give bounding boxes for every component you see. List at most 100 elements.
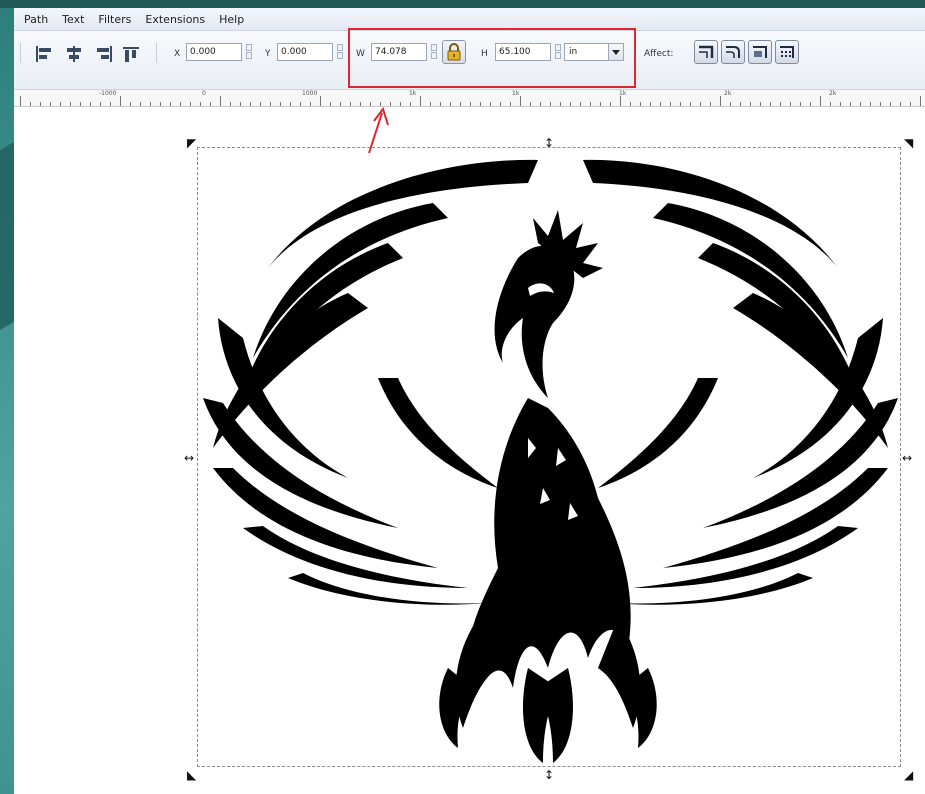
- ruler-tick: [600, 102, 601, 106]
- move-patterns-icon: [780, 46, 794, 58]
- selection-bounding-box: [197, 147, 901, 767]
- handle-top[interactable]: ↕: [544, 137, 554, 149]
- y-field[interactable]: 0.000: [277, 43, 333, 61]
- ruler-label: 1k: [512, 90, 520, 97]
- ruler-tick: [170, 102, 171, 106]
- height-spinner[interactable]: [554, 43, 562, 61]
- x-label: X: [174, 49, 181, 59]
- ruler-tick: [410, 102, 411, 106]
- handle-left[interactable]: ↔: [184, 452, 194, 464]
- handle-right[interactable]: ↔: [902, 452, 912, 464]
- ruler-label: 2k: [724, 90, 732, 97]
- tool-controls-bar: X 0.000 Y 0.000 W 74.078 H 65.100 in Aff…: [14, 31, 925, 90]
- unit-select[interactable]: in: [564, 43, 624, 61]
- ruler-tick: [520, 96, 521, 106]
- ruler-tick: [60, 102, 61, 106]
- ruler-tick: [640, 102, 641, 106]
- annotation-arrow: [368, 106, 389, 154]
- handle-bottom[interactable]: ↕: [544, 769, 554, 781]
- width-spinner[interactable]: [430, 43, 438, 61]
- width-label: W: [356, 49, 365, 59]
- handle-bottom-left[interactable]: ◣: [187, 769, 196, 781]
- ruler-tick: [550, 102, 551, 106]
- ruler-tick: [840, 102, 841, 106]
- ruler-tick: [430, 102, 431, 106]
- handle-top-right[interactable]: ◥: [904, 137, 913, 149]
- ruler-tick: [680, 102, 681, 106]
- ruler-tick: [730, 102, 731, 106]
- x-spinner[interactable]: [245, 43, 253, 61]
- handle-bottom-right[interactable]: ◢: [904, 769, 913, 781]
- menu-bar: Path Text Filters Extensions Help: [14, 8, 925, 31]
- move-gradients-button[interactable]: [748, 40, 772, 64]
- handle-top-left[interactable]: ◤: [187, 137, 196, 149]
- y-label: Y: [265, 49, 271, 59]
- ruler-tick: [560, 102, 561, 106]
- align-right-icon[interactable]: [94, 45, 114, 63]
- ruler-tick: [860, 102, 861, 106]
- ruler-tick: [310, 102, 311, 106]
- y-spinner[interactable]: [336, 43, 344, 61]
- ruler-tick: [160, 102, 161, 106]
- ruler-tick: [450, 102, 451, 106]
- unit-select-value: in: [569, 47, 578, 57]
- ruler-tick: [530, 102, 531, 106]
- ruler-tick: [190, 102, 191, 106]
- ruler-tick: [80, 102, 81, 106]
- ruler-tick: [70, 102, 71, 106]
- ruler-tick: [700, 102, 701, 106]
- scale-corners-button[interactable]: [721, 40, 745, 64]
- ruler-tick: [420, 96, 421, 106]
- ruler-tick: [810, 102, 811, 106]
- menu-extensions[interactable]: Extensions: [145, 13, 205, 26]
- ruler-tick: [650, 102, 651, 106]
- lock-ratio-button[interactable]: [442, 40, 466, 64]
- ruler-tick: [260, 102, 261, 106]
- height-field[interactable]: 65.100: [495, 43, 551, 61]
- ruler-tick: [870, 102, 871, 106]
- ruler-tick: [470, 102, 471, 106]
- ruler-tick: [120, 96, 121, 106]
- move-gradients-icon: [753, 46, 767, 58]
- ruler-tick: [240, 102, 241, 106]
- move-patterns-button[interactable]: [775, 40, 799, 64]
- ruler-tick: [540, 102, 541, 106]
- drawing-canvas[interactable]: ◤ ↕ ◥ ↔ ↔ ◣ ↕ ◢: [14, 107, 925, 794]
- ruler-tick: [40, 102, 41, 106]
- menu-text[interactable]: Text: [62, 13, 84, 26]
- align-center-icon[interactable]: [64, 45, 84, 63]
- phoenix-artwork[interactable]: [198, 148, 900, 766]
- ruler-tick: [660, 102, 661, 106]
- ruler-tick: [110, 102, 111, 106]
- ruler-tick: [350, 102, 351, 106]
- x-field[interactable]: 0.000: [186, 43, 242, 61]
- ruler-tick: [480, 102, 481, 106]
- ruler-tick: [510, 102, 511, 106]
- align-left-icon[interactable]: [34, 45, 54, 63]
- ruler-label: 0: [202, 90, 206, 97]
- menu-filters[interactable]: Filters: [98, 13, 131, 26]
- ruler-tick: [720, 96, 721, 106]
- menu-path[interactable]: Path: [24, 13, 48, 26]
- menu-help[interactable]: Help: [219, 13, 244, 26]
- affect-label: Affect:: [644, 49, 674, 59]
- ruler-tick: [360, 102, 361, 106]
- align-top-icon[interactable]: [122, 45, 142, 63]
- ruler-tick: [290, 102, 291, 106]
- ruler-tick: [570, 102, 571, 106]
- scale-corners-icon: [726, 46, 740, 58]
- width-field[interactable]: 74.078: [371, 43, 427, 61]
- slide-top-band: [0, 0, 925, 8]
- ruler-tick: [250, 102, 251, 106]
- chevron-down-icon: [608, 44, 623, 60]
- ruler-tick: [610, 102, 611, 106]
- ruler-tick: [710, 102, 711, 106]
- toolbar-separator: [20, 43, 21, 63]
- ruler-tick: [800, 102, 801, 106]
- ruler-tick: [910, 102, 911, 106]
- scale-stroke-button[interactable]: [694, 40, 718, 64]
- ruler-tick: [200, 102, 201, 106]
- ruler-tick: [280, 102, 281, 106]
- ruler-tick: [830, 102, 831, 106]
- ruler-tick: [320, 96, 321, 106]
